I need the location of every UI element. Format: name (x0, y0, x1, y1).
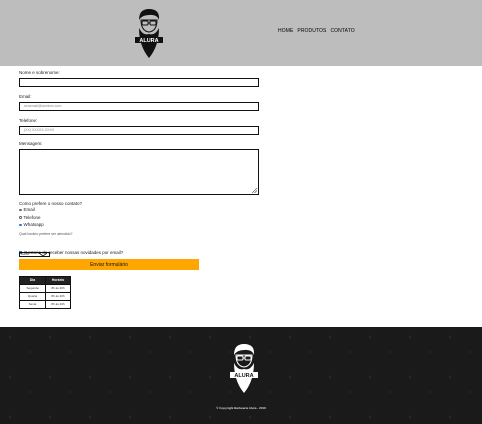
cell-day: Sexta (19, 299, 46, 309)
nav-produtos-link[interactable]: PRODUTOS (297, 28, 326, 34)
submit-button[interactable]: Enviar formulário (19, 258, 199, 270)
main-nav: HOME PRODUTOS CONTATO (278, 28, 355, 34)
message-textarea[interactable] (19, 149, 259, 195)
cell-day: Quarta (19, 291, 46, 301)
cell-time: 8h às 20h (45, 299, 71, 309)
radio-whatsapp-label: Whatsapp (23, 222, 44, 228)
logo-wordmark: ALURA (139, 38, 158, 44)
contact-option-email[interactable]: Email (19, 206, 259, 214)
alura-logo[interactable]: ALURA (133, 6, 165, 60)
contact-option-telefone[interactable]: Telefone (19, 214, 259, 222)
radio-email[interactable] (19, 208, 22, 211)
table-row: Quarta 8h às 20h (19, 291, 71, 301)
message-label: Mensagem: (19, 141, 43, 146)
schedule-question: Qual horário prefere ser atendido? (19, 231, 73, 236)
site-footer: ALURA © Copyright Barbearia Alura - 2016 (0, 327, 482, 424)
header-day: Dia (19, 275, 46, 285)
copyright-text: © Copyright Barbearia Alura - 2016 (216, 406, 266, 410)
hours-table: Dia Horário Segunda 8h às 20h Quarta 8h … (19, 275, 71, 309)
resize-grip-icon[interactable] (252, 188, 257, 193)
cell-time: 8h às 20h (45, 291, 71, 301)
name-input[interactable] (19, 78, 259, 87)
newsletter-option[interactable]: Gostaria de receber nossas novidades por… (19, 249, 259, 256)
chevron-down-icon (39, 252, 47, 256)
name-label: Nome e sobrenome: (19, 70, 60, 75)
contact-option-whatsapp[interactable]: Whatsapp (19, 221, 259, 229)
footer-logo: ALURA (228, 341, 260, 395)
barber-logo-icon: ALURA (230, 344, 258, 393)
schedule-select[interactable]: Manhã (19, 251, 50, 257)
email-input[interactable]: seuemail@dominio.com (19, 102, 259, 111)
contact-form: Nome e sobrenome: Email: seuemail@domini… (19, 70, 259, 309)
radio-whatsapp[interactable] (19, 223, 22, 226)
phone-input[interactable]: (XX) XXXXX-XXXX (19, 126, 259, 135)
nav-home-link[interactable]: HOME (278, 28, 293, 34)
cell-day: Segunda (19, 283, 46, 293)
table-header-row: Dia Horário (19, 275, 71, 285)
radio-email-label: Email (23, 207, 35, 213)
radio-telefone-label: Telefone (23, 214, 41, 220)
email-label: Email: (19, 94, 32, 99)
footer-logo-wordmark: ALURA (234, 373, 253, 379)
schedule-selected-value: Manhã (21, 252, 29, 256)
table-row: Segunda 8h às 20h (19, 283, 71, 293)
phone-label: Telefone: (19, 118, 38, 123)
nav-contato-link[interactable]: CONTATO (330, 28, 354, 34)
site-header: ALURA HOME PRODUTOS CONTATO (0, 0, 482, 66)
radio-telefone[interactable] (19, 216, 22, 219)
table-row: Sexta 8h às 20h (19, 299, 71, 309)
header-time: Horário (45, 275, 71, 285)
cell-time: 8h às 20h (45, 283, 71, 293)
barber-logo-icon: ALURA (135, 9, 163, 58)
